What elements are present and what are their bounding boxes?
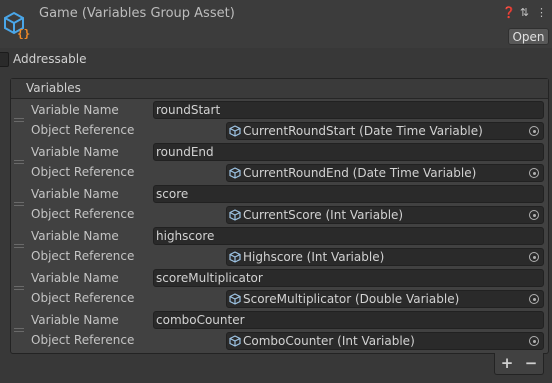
object-picker-icon[interactable] <box>529 252 539 262</box>
object-reference-field[interactable]: CurrentScore (Int Variable) <box>226 206 544 224</box>
drag-handle[interactable] <box>14 286 24 292</box>
scriptable-object-icon <box>229 293 241 305</box>
variable-name-field[interactable]: roundStart <box>153 101 544 119</box>
add-item-button[interactable]: + <box>501 356 514 371</box>
variable-name-label: Variable Name <box>31 229 119 243</box>
addressable-row: Addressable <box>0 50 86 68</box>
list-item: Variable Name highscore Object Reference Hi… <box>11 227 548 269</box>
variable-name-label: Variable Name <box>31 271 119 285</box>
object-reference-value: CurrentRoundStart (Date Time Variable) <box>243 124 483 138</box>
object-picker-icon[interactable] <box>529 294 539 304</box>
remove-item-button[interactable]: − <box>525 356 538 371</box>
help-icon[interactable]: ❓ <box>502 7 516 18</box>
drag-handle[interactable] <box>14 160 24 166</box>
svg-text:{}: {} <box>17 27 30 40</box>
list-item: Variable Name scoreMultiplicator Object Re… <box>11 269 548 311</box>
object-reference-field[interactable]: ComboCounter (Int Variable) <box>226 332 544 350</box>
more-icon[interactable]: ⋮ <box>536 7 547 18</box>
drag-handle[interactable] <box>14 202 24 208</box>
variable-name-field[interactable]: comboCounter <box>153 311 544 329</box>
object-reference-label: Object Reference <box>31 249 135 263</box>
object-reference-field[interactable]: ScoreMultiplicator (Double Variable) <box>226 290 544 308</box>
preset-icon[interactable]: ⇅ <box>519 7 530 18</box>
object-reference-value: ScoreMultiplicator (Double Variable) <box>243 292 460 306</box>
drag-handle[interactable] <box>14 118 24 124</box>
inspector-header: {} Game (Variables Group Asset) ❓ ⇅ ⋮ Op… <box>0 0 552 48</box>
open-button[interactable]: Open <box>508 28 549 45</box>
page-title: Game (Variables Group Asset) <box>39 6 235 21</box>
object-picker-icon[interactable] <box>529 336 539 346</box>
addressable-checkbox[interactable] <box>0 51 9 67</box>
object-reference-field[interactable]: Highscore (Int Variable) <box>226 248 544 266</box>
variable-name-label: Variable Name <box>31 145 119 159</box>
object-picker-icon[interactable] <box>529 210 539 220</box>
addressable-label: Addressable <box>13 52 87 66</box>
list-item: Variable Name score Object Reference Curren… <box>11 185 548 227</box>
scriptable-object-icon <box>229 125 241 137</box>
object-reference-label: Object Reference <box>31 333 135 347</box>
object-reference-value: Highscore (Int Variable) <box>243 250 385 264</box>
object-reference-value: ComboCounter (Int Variable) <box>243 334 415 348</box>
variable-name-field[interactable]: score <box>153 185 544 203</box>
variables-list: Variables Variable Name roundStart Object … <box>10 78 549 354</box>
list-item: Variable Name roundEnd Object Reference Cur… <box>11 143 548 185</box>
list-item: Variable Name comboCounter Object Referenc… <box>11 311 548 353</box>
object-reference-label: Object Reference <box>31 123 135 137</box>
variable-name-label: Variable Name <box>31 103 119 117</box>
object-reference-value: CurrentScore (Int Variable) <box>243 208 404 222</box>
scriptable-object-icon <box>229 335 241 347</box>
object-reference-label: Object Reference <box>31 207 135 221</box>
variable-name-label: Variable Name <box>31 187 119 201</box>
variable-name-field[interactable]: highscore <box>153 227 544 245</box>
scriptable-object-icon <box>229 209 241 221</box>
variables-group-asset-icon: {} <box>4 11 30 40</box>
variable-name-field[interactable]: scoreMultiplicator <box>153 269 544 287</box>
object-picker-icon[interactable] <box>529 168 539 178</box>
scriptable-object-icon <box>229 251 241 263</box>
object-reference-field[interactable]: CurrentRoundStart (Date Time Variable) <box>226 122 544 140</box>
variables-list-header[interactable]: Variables <box>11 79 548 99</box>
object-reference-label: Object Reference <box>31 165 135 179</box>
object-reference-value: CurrentRoundEnd (Date Time Variable) <box>243 166 477 180</box>
variable-name-label: Variable Name <box>31 313 119 327</box>
drag-handle[interactable] <box>14 244 24 250</box>
object-reference-field[interactable]: CurrentRoundEnd (Date Time Variable) <box>226 164 544 182</box>
object-reference-label: Object Reference <box>31 291 135 305</box>
list-item: Variable Name roundStart Object Reference C… <box>11 101 548 143</box>
scriptable-object-icon <box>229 167 241 179</box>
list-footer: + − <box>494 353 544 375</box>
drag-handle[interactable] <box>14 328 24 334</box>
variable-name-field[interactable]: roundEnd <box>153 143 544 161</box>
object-picker-icon[interactable] <box>529 126 539 136</box>
